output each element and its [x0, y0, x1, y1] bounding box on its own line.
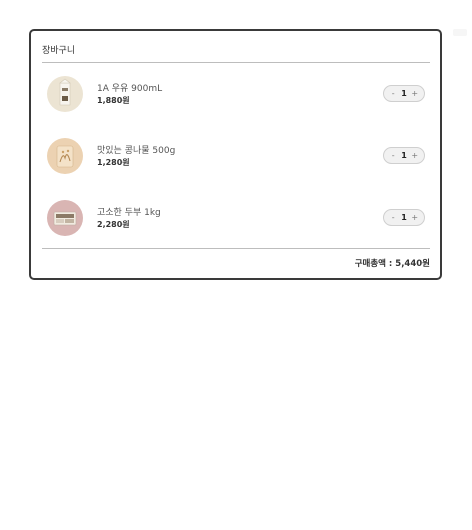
decrease-button[interactable]: -: [389, 213, 398, 222]
item-price: 1,280원: [97, 158, 130, 167]
divider-top: [42, 62, 430, 63]
item-name: 고소한 두부 1kg: [97, 208, 161, 218]
item-price: 2,280원: [97, 220, 130, 229]
item-name: 맛있는 콩나물 500g: [97, 146, 176, 156]
increase-button[interactable]: +: [410, 89, 419, 98]
cart-panel: 장바구니 1A 우유 900mL 1,880원 - 1 + 맛있는 콩나물 50…: [29, 29, 442, 280]
quantity-stepper[interactable]: - 1 +: [383, 147, 425, 164]
milk-carton-icon: [47, 76, 83, 112]
quantity-value: 1: [401, 89, 407, 98]
increase-button[interactable]: +: [410, 213, 419, 222]
tofu-pack-icon: [47, 200, 83, 236]
cart-title: 장바구니: [42, 46, 76, 56]
corner-decoration: [453, 29, 467, 36]
decrease-button[interactable]: -: [389, 151, 398, 160]
cart-item: 1A 우유 900mL 1,880원 - 1 +: [47, 75, 425, 115]
cart-item: 맛있는 콩나물 500g 1,280원 - 1 +: [47, 137, 425, 177]
item-price: 1,880원: [97, 96, 130, 105]
cart-item: 고소한 두부 1kg 2,280원 - 1 +: [47, 199, 425, 239]
quantity-stepper[interactable]: - 1 +: [383, 209, 425, 226]
quantity-value: 1: [401, 213, 407, 222]
increase-button[interactable]: +: [410, 151, 419, 160]
total-amount: 구매총액 : 5,440원: [354, 259, 430, 269]
quantity-value: 1: [401, 151, 407, 160]
divider-bottom: [42, 248, 430, 249]
bean-sprouts-icon: [47, 138, 83, 174]
quantity-stepper[interactable]: - 1 +: [383, 85, 425, 102]
item-name: 1A 우유 900mL: [97, 84, 163, 94]
decrease-button[interactable]: -: [389, 89, 398, 98]
